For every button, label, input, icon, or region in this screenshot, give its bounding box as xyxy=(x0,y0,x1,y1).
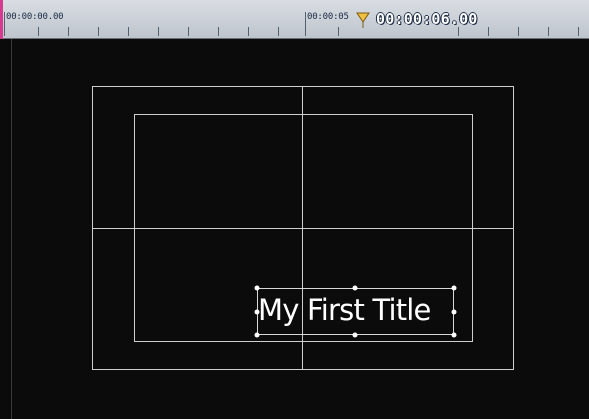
ruler-tick xyxy=(518,27,519,36)
start-marker xyxy=(0,0,3,39)
ruler-tick xyxy=(128,27,129,36)
ruler-tick xyxy=(305,12,306,36)
ruler-tick xyxy=(578,27,579,36)
ruler-tick xyxy=(98,27,99,36)
resize-handle-top[interactable] xyxy=(352,285,358,291)
ruler-start-timecode: 00:00:00.00 xyxy=(6,12,64,22)
resize-handle-right[interactable] xyxy=(451,309,457,315)
ruler-tick xyxy=(68,27,69,36)
ruler-tick xyxy=(548,27,549,36)
ruler-tick xyxy=(158,27,159,36)
ruler-tick xyxy=(338,27,339,36)
ruler-tick xyxy=(278,27,279,36)
timeline-ruler[interactable]: 00:00:00.00 00:00:05 00:00:06.00 xyxy=(0,0,589,39)
ruler-tick xyxy=(488,27,489,36)
ruler-mid-timecode: 00:00:05 xyxy=(307,12,349,22)
playhead-triangle-icon[interactable] xyxy=(356,12,370,28)
resize-handle-bottom-right[interactable] xyxy=(451,332,457,338)
resize-handle-left[interactable] xyxy=(254,309,260,315)
ruler-tick xyxy=(4,12,5,36)
resize-handle-top-left[interactable] xyxy=(254,285,260,291)
title-text[interactable]: My First Title xyxy=(258,290,431,330)
current-timecode: 00:00:06.00 xyxy=(376,10,478,28)
title-editor: 00:00:00.00 00:00:05 00:00:06.00 My Firs… xyxy=(0,0,589,419)
resize-handle-bottom[interactable] xyxy=(352,332,358,338)
ruler-tick xyxy=(38,27,39,36)
ruler-tick xyxy=(218,27,219,36)
ruler-tick xyxy=(458,27,459,36)
resize-handle-top-right[interactable] xyxy=(451,285,457,291)
center-guide-horizontal xyxy=(92,228,514,229)
ruler-tick xyxy=(188,27,189,36)
resize-handle-bottom-left[interactable] xyxy=(254,332,260,338)
ruler-tick xyxy=(248,27,249,36)
